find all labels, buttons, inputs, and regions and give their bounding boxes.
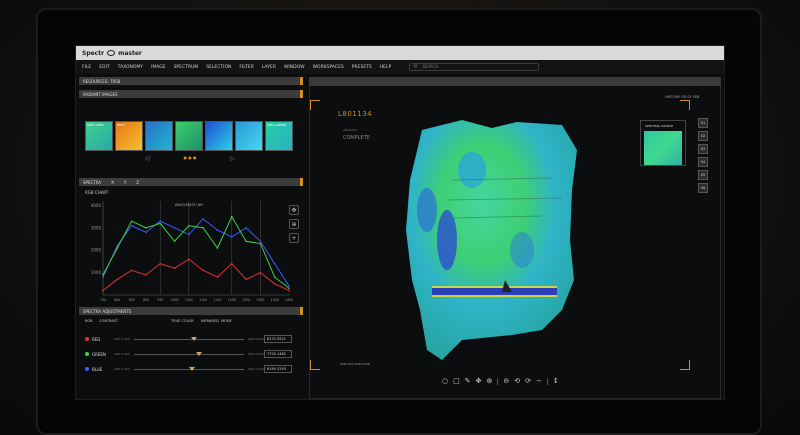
item-id: L801134: [338, 110, 373, 118]
toolbar-separator: [497, 377, 499, 385]
viewer-header: [309, 77, 721, 86]
side-button-5[interactable]: 06: [698, 183, 708, 193]
frame-corner-br: [680, 360, 690, 370]
side-button-2[interactable]: 03: [698, 144, 708, 154]
side-button-1[interactable]: 02: [698, 131, 708, 141]
minus-icon[interactable]: −: [536, 377, 542, 385]
frame-corner-tr: [680, 100, 690, 110]
side-button-3[interactable]: 04: [698, 157, 708, 167]
rotate-left-icon[interactable]: ⟲: [514, 377, 520, 385]
scan-label: SPECTRA RGB SCAN: [340, 362, 371, 366]
zoom-out-icon[interactable]: ⊖: [503, 377, 509, 385]
rect-tool-icon[interactable]: □: [453, 377, 460, 385]
scroll-fragment-image: [406, 120, 577, 360]
resize-icon[interactable]: ↕: [553, 377, 559, 385]
spectral-sample-image: [644, 131, 682, 165]
ellipse-tool-icon[interactable]: ○: [442, 377, 448, 385]
side-button-0[interactable]: 01: [698, 118, 708, 128]
frame-corner-bl: [310, 360, 320, 370]
side-buttons: 01 02 03 04 05 06: [698, 118, 708, 193]
side-button-4[interactable]: 05: [698, 170, 708, 180]
zoom-in-icon[interactable]: ⊕: [486, 377, 492, 385]
analysis-status: COMPLETE: [343, 135, 370, 141]
pen-tool-icon[interactable]: ✎: [465, 377, 471, 385]
toolbar-separator: [546, 377, 548, 385]
rotate-right-icon[interactable]: ⟳: [525, 377, 531, 385]
history-label: HISTORY 0D 01 FEB: [665, 95, 700, 99]
viewer-toolbar: ○ □ ✎ ✥ ⊕ ⊖ ⟲ ⟳ − ↕: [442, 377, 559, 385]
frame-corner-tl: [310, 100, 320, 110]
spectral-sample-label: SPECTRAL SAMPLE: [645, 124, 674, 128]
analysis-label: ANALYSIS: [343, 128, 358, 132]
move-tool-icon[interactable]: ✥: [476, 377, 482, 385]
